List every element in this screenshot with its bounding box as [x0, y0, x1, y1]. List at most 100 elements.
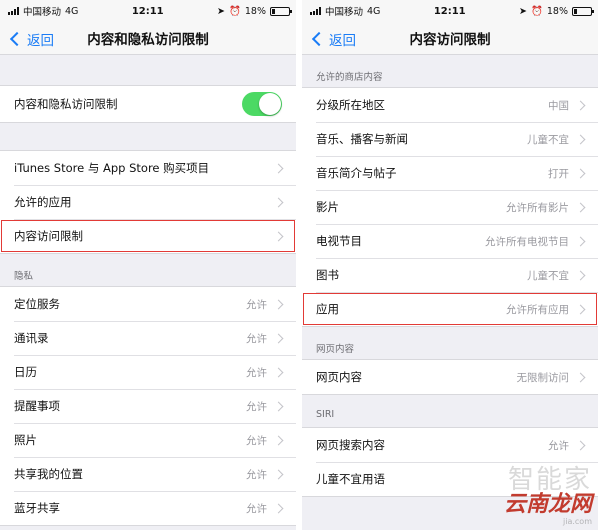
row-label: 音乐、播客与新闻 [316, 132, 408, 146]
watermark-brand: 云南龙网 [503, 492, 592, 517]
row-value: 中国 [548, 99, 569, 112]
row-value: 允许 [246, 332, 267, 345]
list-item-contacts[interactable]: 通讯录 允许 [0, 321, 296, 355]
row-label: 分级所在地区 [316, 98, 385, 112]
row-label: 日历 [14, 365, 37, 379]
battery-percent: 18% [546, 5, 568, 17]
row-label: 共享我的位置 [14, 467, 83, 481]
list-item-store-purchases[interactable]: iTunes Store 与 App Store 购买项目 [0, 151, 296, 185]
row-value: 允许所有电视节目 [485, 235, 569, 248]
chevron-right-icon [575, 372, 586, 382]
chevron-right-icon [273, 469, 284, 479]
web-group: 网页内容 无限制访问 [302, 359, 598, 395]
row-label: 应用 [316, 302, 339, 316]
list-item-share-location[interactable]: 共享我的位置 允许 [0, 457, 296, 491]
section-header-web: 网页内容 [316, 344, 355, 355]
row-value: 儿童不宜 [527, 133, 569, 146]
chevron-right-icon [273, 163, 284, 173]
network-type: 4G [367, 5, 381, 17]
list-item-apps[interactable]: 应用 允许所有应用 [302, 292, 598, 326]
row-value: 允许 [246, 298, 267, 311]
row-value: 儿童不宜 [527, 269, 569, 282]
row-label: 网页搜索内容 [316, 438, 385, 452]
content-privacy-toggle-row: 内容和隐私访问限制 [0, 86, 296, 122]
back-button[interactable]: 返回 [310, 22, 356, 55]
signal-icon [8, 7, 19, 15]
chevron-left-icon [9, 31, 25, 46]
chevron-right-icon [575, 236, 586, 246]
chevron-right-icon [575, 168, 586, 178]
row-label: 内容和隐私访问限制 [14, 97, 118, 111]
list-item-content-restrictions[interactable]: 内容访问限制 [0, 219, 296, 253]
row-label: 音乐简介与帖子 [316, 166, 397, 180]
privacy-group: 定位服务 允许 通讯录 允许 日历 允许 提醒事项 允许 照片 允许 共享我的位… [0, 286, 296, 526]
list-item-books[interactable]: 图书 儿童不宜 [302, 258, 598, 292]
list-item-reminders[interactable]: 提醒事项 允许 [0, 389, 296, 423]
row-label: iTunes Store 与 App Store 购买项目 [14, 161, 210, 175]
chevron-right-icon [273, 197, 284, 207]
row-label: 网页内容 [316, 370, 362, 384]
watermark-top: 智能家 [507, 465, 592, 495]
watermark-url: jia.com [563, 517, 592, 526]
right-screen: 中国移动 4G 12:11 ➤ ⏰ 18% 返回 内容访问限制 允许的商店内容 … [302, 0, 598, 530]
list-item-movies[interactable]: 影片 允许所有影片 [302, 190, 598, 224]
list-item-bluetooth-sharing[interactable]: 蓝牙共享 允许 [0, 491, 296, 525]
content-privacy-toggle[interactable] [242, 92, 282, 116]
list-item-ratings-region[interactable]: 分级所在地区 中国 [302, 88, 598, 122]
back-button[interactable]: 返回 [8, 22, 54, 55]
chevron-right-icon [273, 333, 284, 343]
alarm-icon: ⏰ [229, 5, 241, 17]
list-item-allowed-apps[interactable]: 允许的应用 [0, 185, 296, 219]
store-group: 分级所在地区 中国 音乐、播客与新闻 儿童不宜 音乐简介与帖子 打开 影片 允许… [302, 87, 598, 327]
list-item-web-content[interactable]: 网页内容 无限制访问 [302, 360, 598, 394]
row-value: 打开 [548, 167, 569, 180]
section-header-privacy: 隐私 [14, 271, 34, 282]
signal-icon [310, 7, 321, 15]
back-label: 返回 [329, 32, 356, 49]
row-label: 蓝牙共享 [14, 501, 60, 515]
network-type: 4G [65, 5, 79, 17]
list-item-music-profiles[interactable]: 音乐简介与帖子 打开 [302, 156, 598, 190]
battery-icon [269, 6, 292, 16]
chevron-right-icon [575, 202, 586, 212]
row-label: 允许的应用 [14, 195, 72, 209]
section-header-siri: SIRI [316, 409, 335, 420]
row-label: 通讯录 [14, 331, 49, 345]
list-item-calendar[interactable]: 日历 允许 [0, 355, 296, 389]
row-value: 允许所有影片 [506, 201, 569, 214]
status-bar: 中国移动 4G 12:11 ➤ ⏰ 18% [0, 0, 296, 22]
carrier: 中国移动 [23, 7, 62, 18]
list-item-location[interactable]: 定位服务 允许 [0, 287, 296, 321]
back-label: 返回 [27, 32, 54, 49]
battery-percent: 18% [244, 5, 266, 17]
settings-group: iTunes Store 与 App Store 购买项目 允许的应用 内容访问… [0, 150, 296, 254]
watermark-logo: 智能家 云南龙网 jia.com [504, 467, 592, 526]
chevron-left-icon [311, 31, 327, 46]
chevron-right-icon [575, 304, 586, 314]
row-value: 允许 [246, 502, 267, 515]
row-label: 电视节目 [316, 234, 362, 248]
list-item-web-search-content[interactable]: 网页搜索内容 允许 [302, 428, 598, 462]
chevron-right-icon [575, 134, 586, 144]
row-value: 允许 [246, 468, 267, 481]
list-item-tv-shows[interactable]: 电视节目 允许所有电视节目 [302, 224, 598, 258]
left-screen: 中国移动 4G 12:11 ➤ ⏰ 18% 返回 内容和隐私访问限制 内容和隐私… [0, 0, 296, 530]
chevron-right-icon [575, 100, 586, 110]
chevron-right-icon [575, 270, 586, 280]
list-item-photos[interactable]: 照片 允许 [0, 423, 296, 457]
alarm-icon: ⏰ [531, 5, 543, 17]
row-label: 图书 [316, 268, 339, 282]
battery-icon [571, 6, 594, 16]
location-icon: ➤ [519, 5, 528, 17]
row-value: 允许 [246, 434, 267, 447]
row-label: 定位服务 [14, 297, 60, 311]
chevron-right-icon [273, 299, 284, 309]
nav-bar: 返回 内容和隐私访问限制 [0, 22, 296, 55]
row-value: 允许 [548, 439, 569, 452]
row-value: 允许所有应用 [506, 303, 569, 316]
chevron-right-icon [273, 503, 284, 513]
chevron-right-icon [273, 367, 284, 377]
list-item-music-podcasts-news[interactable]: 音乐、播客与新闻 儿童不宜 [302, 122, 598, 156]
